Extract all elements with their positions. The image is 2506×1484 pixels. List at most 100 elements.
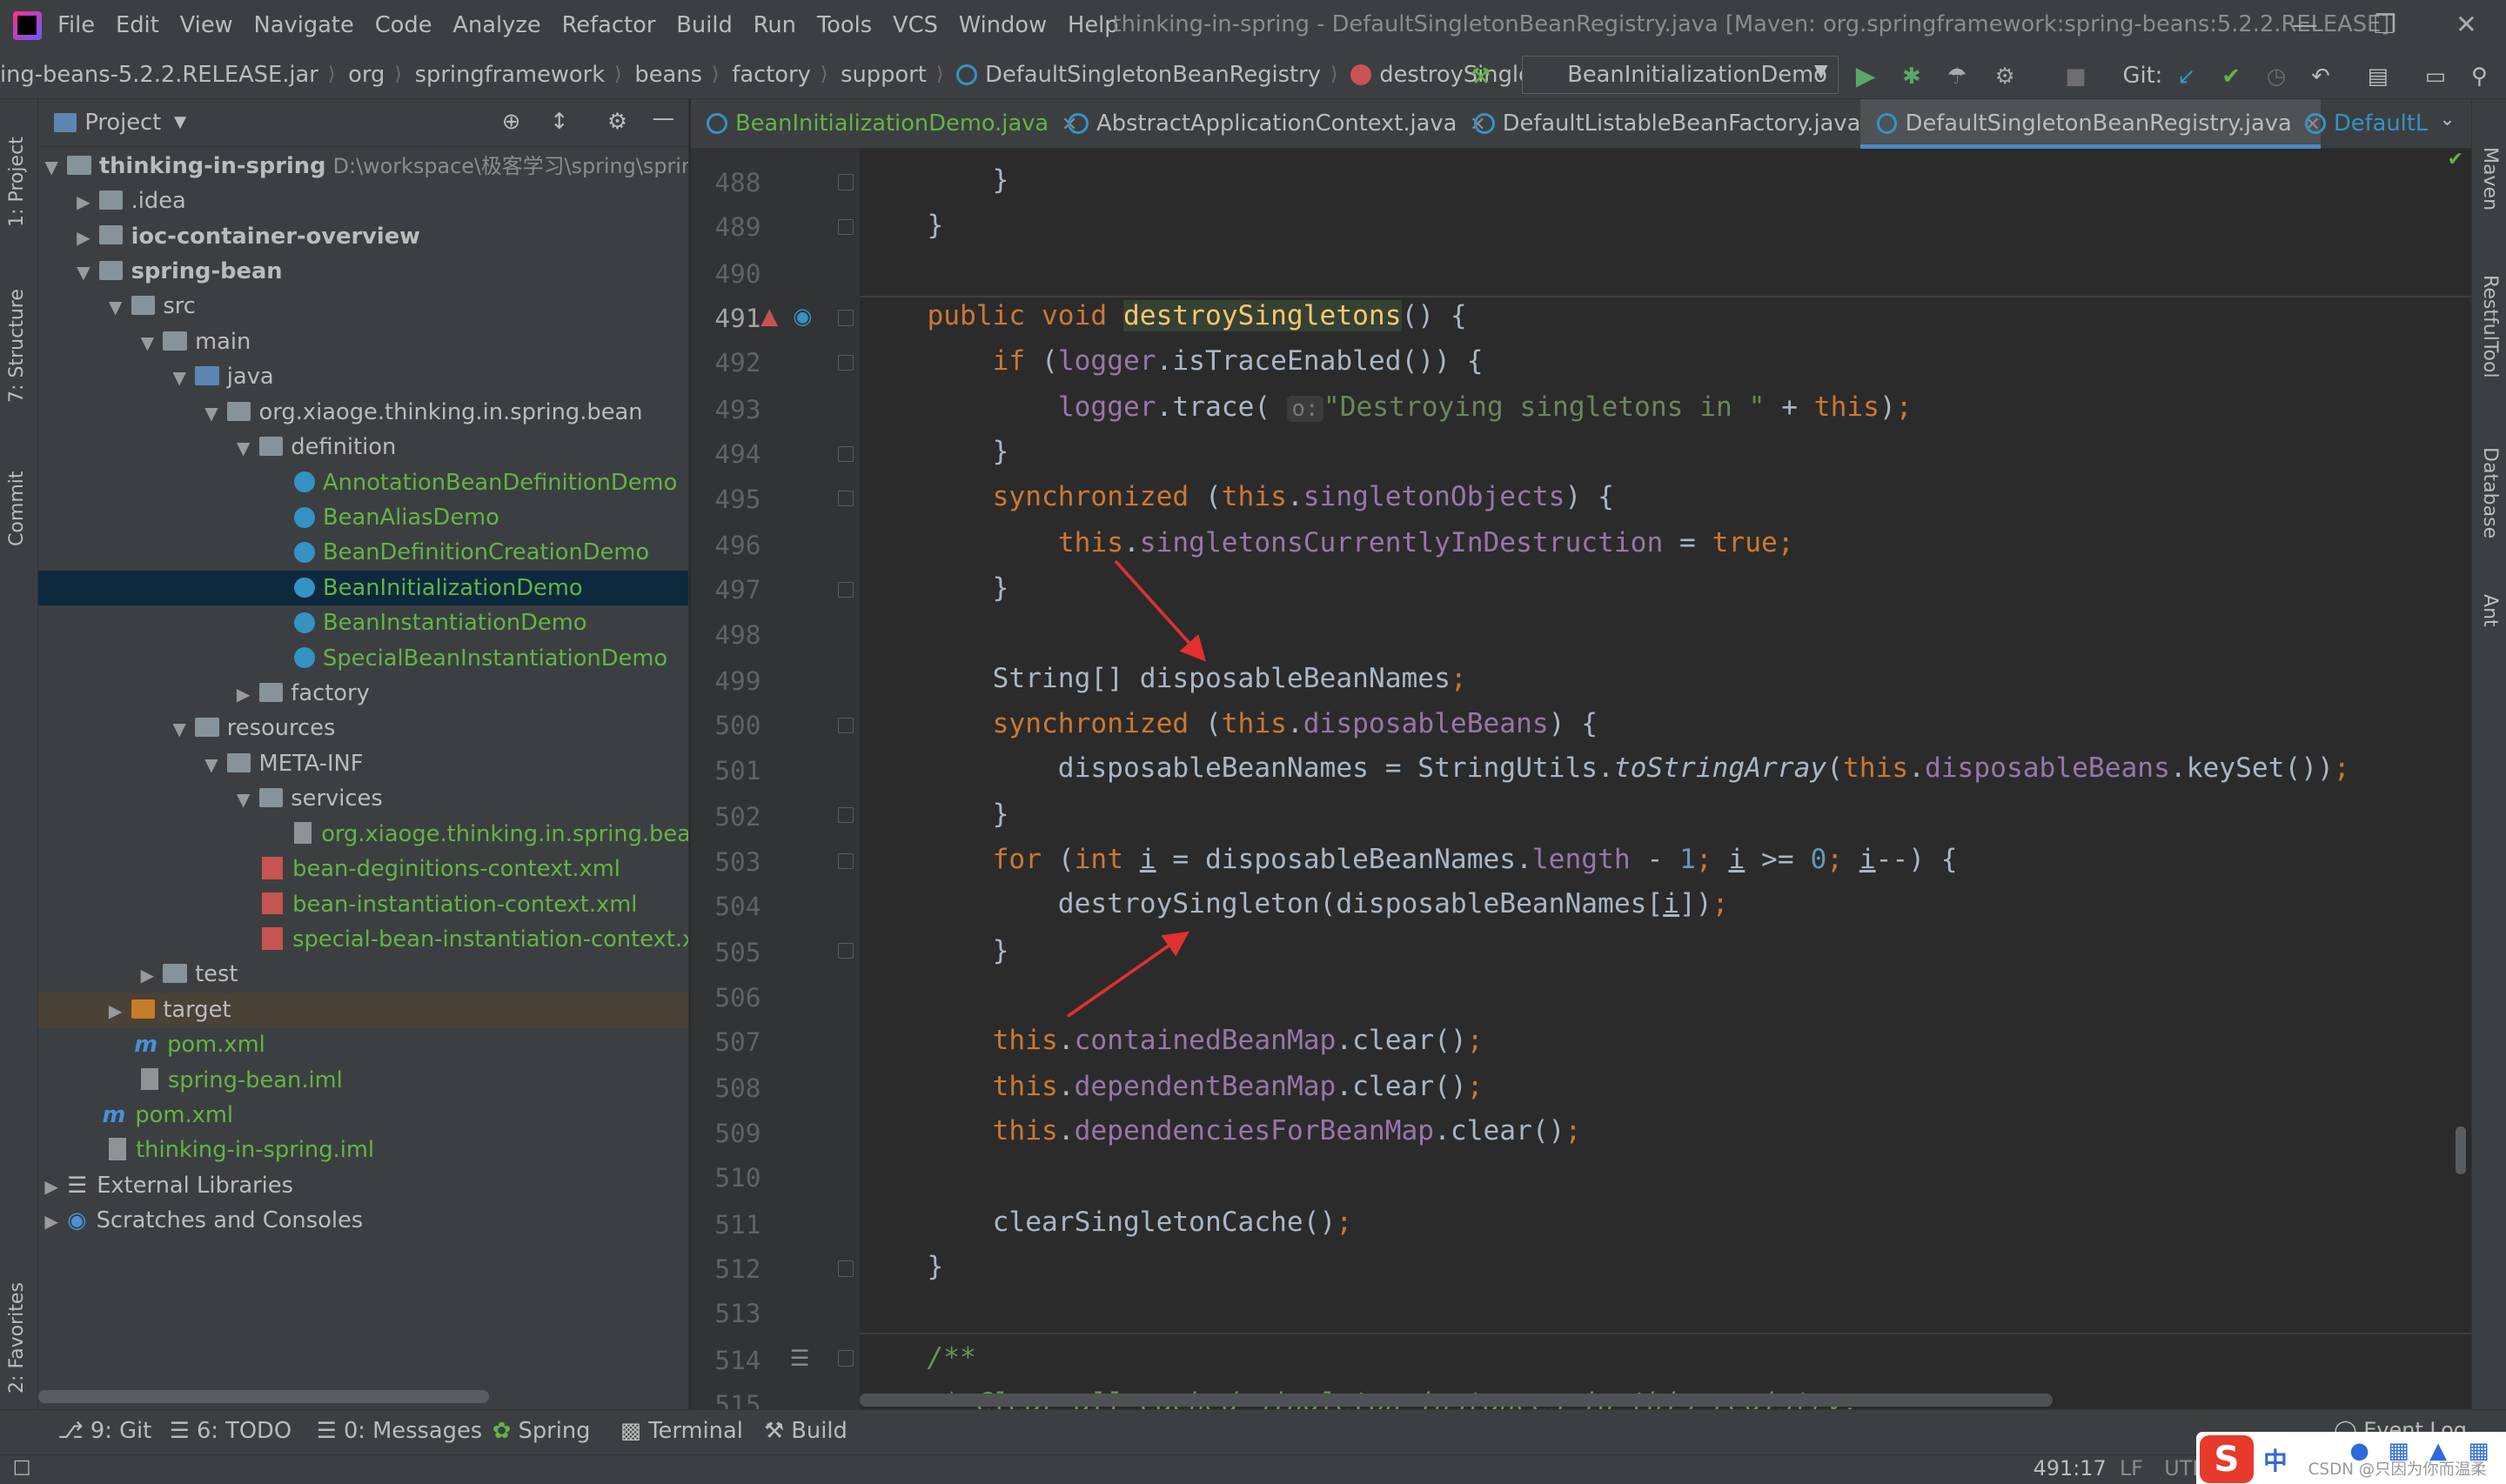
menu-build[interactable]: Build — [676, 12, 733, 38]
tab-abstract-application-context[interactable]: AbstractApplicationContext.java ✕ — [1052, 99, 1486, 149]
sogou-ime-logo-icon[interactable]: S — [2199, 1434, 2255, 1483]
collapsed-arrow-icon[interactable]: ▶ — [77, 220, 99, 255]
tree-item-main[interactable]: ▼ main — [38, 324, 688, 360]
ime-language-toggle[interactable]: 中 — [2263, 1441, 2288, 1476]
tree-item-xml[interactable]: bean-deginitions-context.xml — [38, 852, 688, 886]
tree-item-class[interactable]: AnnotationBeanDefinitionDemo — [38, 465, 688, 500]
tree-item-class[interactable]: BeanInstantiationDemo — [38, 605, 688, 640]
menu-run[interactable]: Run — [754, 12, 796, 38]
collapsed-arrow-icon[interactable]: ▶ — [77, 184, 99, 219]
tree-item-ioc-container-overview[interactable]: ▶ ioc-container-overview — [38, 219, 688, 255]
menu-file[interactable]: File — [57, 12, 95, 38]
tree-item-factory[interactable]: ▶ factory — [38, 676, 688, 712]
gear-icon[interactable]: ⚙ — [607, 109, 627, 135]
tab-list-chevron-icon[interactable]: ⌄ — [2439, 109, 2455, 130]
tree-item-spring-bean[interactable]: ▼ spring-bean — [38, 254, 688, 290]
fold-marker-icon[interactable] — [837, 354, 854, 371]
fold-marker-icon[interactable] — [837, 806, 854, 824]
hide-panel-icon[interactable]: — — [652, 105, 674, 131]
tab-bean-initialization-demo[interactable]: BeanInitializationDemo.java ✕ — [691, 99, 1077, 149]
tree-item-resources[interactable]: ▼ resources — [38, 711, 688, 746]
breadcrumb-org[interactable]: org — [348, 62, 385, 88]
tree-item-pom[interactable]: m pom.xml — [38, 1098, 688, 1133]
breadcrumb-class[interactable]: DefaultSingletonBeanRegistry — [985, 62, 1321, 88]
git-commit-icon[interactable]: ✔ — [2221, 64, 2241, 90]
fold-marker-icon[interactable] — [837, 717, 854, 734]
debug-icon[interactable]: ✱ — [1902, 64, 1921, 90]
close-icon[interactable]: ✕ — [2450, 10, 2483, 42]
fold-marker-icon[interactable] — [837, 174, 854, 191]
tree-item-class[interactable]: BeanAliasDemo — [38, 500, 688, 535]
expanded-arrow-icon[interactable]: ▼ — [141, 325, 164, 360]
tree-item-test[interactable]: ▶ test — [38, 957, 688, 993]
tool-tab-restful-tool[interactable]: RestfulTool — [2479, 275, 2501, 378]
expanded-arrow-icon[interactable]: ▼ — [237, 782, 259, 817]
menu-code[interactable]: Code — [375, 12, 432, 38]
expanded-arrow-icon[interactable]: ▼ — [172, 360, 195, 395]
tool-tab-commit[interactable]: Commit — [6, 471, 28, 547]
breadcrumb-beans[interactable]: beans — [634, 62, 702, 88]
restore-icon[interactable]: ❐ — [2369, 10, 2401, 42]
fold-marker-icon[interactable] — [837, 445, 854, 462]
collapse-all-icon[interactable]: ↕ — [550, 109, 569, 135]
profile-icon[interactable]: ⚙ — [1995, 64, 2015, 90]
breadcrumb-support[interactable]: support — [841, 62, 927, 88]
tree-item-target[interactable]: ▶ target — [38, 992, 688, 1028]
horizontal-scrollbar[interactable] — [860, 1393, 2053, 1407]
run-icon[interactable]: ▶ — [1856, 61, 1876, 90]
git-rollback-icon[interactable]: ↶ — [2311, 64, 2330, 90]
tree-item-scratches[interactable]: ▶ ◉ Scratches and Consoles — [38, 1203, 688, 1239]
fold-marker-icon[interactable] — [837, 942, 854, 959]
tree-item-package[interactable]: ▼ org.xiaoge.thinking.in.spring.bean — [38, 395, 688, 431]
presentation-icon[interactable]: ▭ — [2425, 64, 2446, 90]
breadcrumb-factory[interactable]: factory — [732, 62, 811, 88]
coverage-icon[interactable]: ☂ — [1947, 64, 1967, 90]
horizontal-scrollbar[interactable] — [38, 1390, 490, 1403]
tree-item-xml[interactable]: special-bean-instantiation-context.xml — [38, 922, 688, 957]
expanded-arrow-icon[interactable]: ▼ — [204, 396, 227, 431]
tree-item-meta-inf[interactable]: ▼ META-INF — [38, 746, 688, 781]
menu-edit[interactable]: Edit — [116, 12, 159, 38]
tree-item-idea[interactable]: ▶ .idea — [38, 184, 688, 219]
expanded-arrow-icon[interactable]: ▼ — [172, 712, 195, 746]
fold-marker-icon[interactable] — [837, 310, 854, 326]
tool-tab-messages[interactable]: ☰ 0: Messages — [317, 1418, 482, 1444]
run-configuration-select[interactable]: BeanInitializationDemo ▼ — [1521, 56, 1839, 95]
code-editor[interactable]: } } public void destroySingletons() { if… — [860, 148, 2471, 1410]
dropdown-arrow-icon[interactable]: ▼ — [174, 113, 186, 131]
tool-tab-build[interactable]: ⚒ Build — [764, 1418, 848, 1444]
tree-item-root-project[interactable]: ▼ thinking-in-spring D:\workspace\极客学习\sp… — [38, 149, 687, 184]
fold-marker-icon[interactable] — [837, 218, 854, 236]
tool-tab-ant[interactable]: Ant — [2479, 594, 2501, 627]
tree-item-class[interactable]: BeanDefinitionCreationDemo — [38, 535, 688, 570]
menu-vcs[interactable]: VCS — [893, 12, 938, 38]
search-icon[interactable]: ⚲ — [2471, 64, 2488, 90]
inspection-ok-icon[interactable]: ✔ — [2447, 149, 2462, 170]
breadcrumb-jar[interactable]: ing-beans-5.2.2.RELEASE.jar — [0, 62, 318, 88]
menu-view[interactable]: View — [180, 12, 233, 38]
collapsed-arrow-icon[interactable]: ▶ — [109, 993, 131, 1028]
tool-tab-todo[interactable]: ☰ 6: TODO — [170, 1418, 291, 1444]
tree-item-class-selected[interactable]: BeanInitializationDemo — [38, 570, 688, 606]
collapsed-arrow-icon[interactable]: ▶ — [141, 958, 164, 993]
tool-tab-spring[interactable]: ✿ Spring — [492, 1418, 591, 1444]
vertical-scrollbar[interactable] — [2455, 1126, 2467, 1175]
git-history-icon[interactable]: ◷ — [2267, 64, 2286, 90]
tree-item-src[interactable]: ▼ src — [38, 289, 688, 324]
breadcrumb-springframework[interactable]: springframework — [415, 62, 605, 88]
expanded-arrow-icon[interactable]: ▼ — [44, 150, 67, 184]
overrides-marker-icon[interactable]: ◉ — [793, 304, 812, 330]
menu-help[interactable]: Help — [1068, 12, 1119, 38]
tree-item-external-libraries[interactable]: ▶ ☰ External Libraries — [38, 1168, 688, 1203]
minimize-icon[interactable]: — — [2289, 10, 2322, 42]
tool-tab-database[interactable]: Database — [2479, 447, 2501, 538]
implements-marker-icon[interactable]: ▲ — [761, 304, 778, 330]
collapsed-arrow-icon[interactable]: ▶ — [237, 677, 259, 712]
fold-marker-icon[interactable] — [837, 852, 854, 870]
tree-item-service-file[interactable]: org.xiaoge.thinking.in.spring.bean.fa — [38, 817, 688, 852]
tree-item-java[interactable]: ▼ java — [38, 359, 688, 395]
doc-render-icon[interactable]: ☰ — [789, 1346, 809, 1372]
expanded-arrow-icon[interactable]: ▼ — [77, 255, 99, 290]
menu-window[interactable]: Window — [959, 12, 1047, 38]
collapsed-arrow-icon[interactable]: ▶ — [44, 1204, 67, 1239]
